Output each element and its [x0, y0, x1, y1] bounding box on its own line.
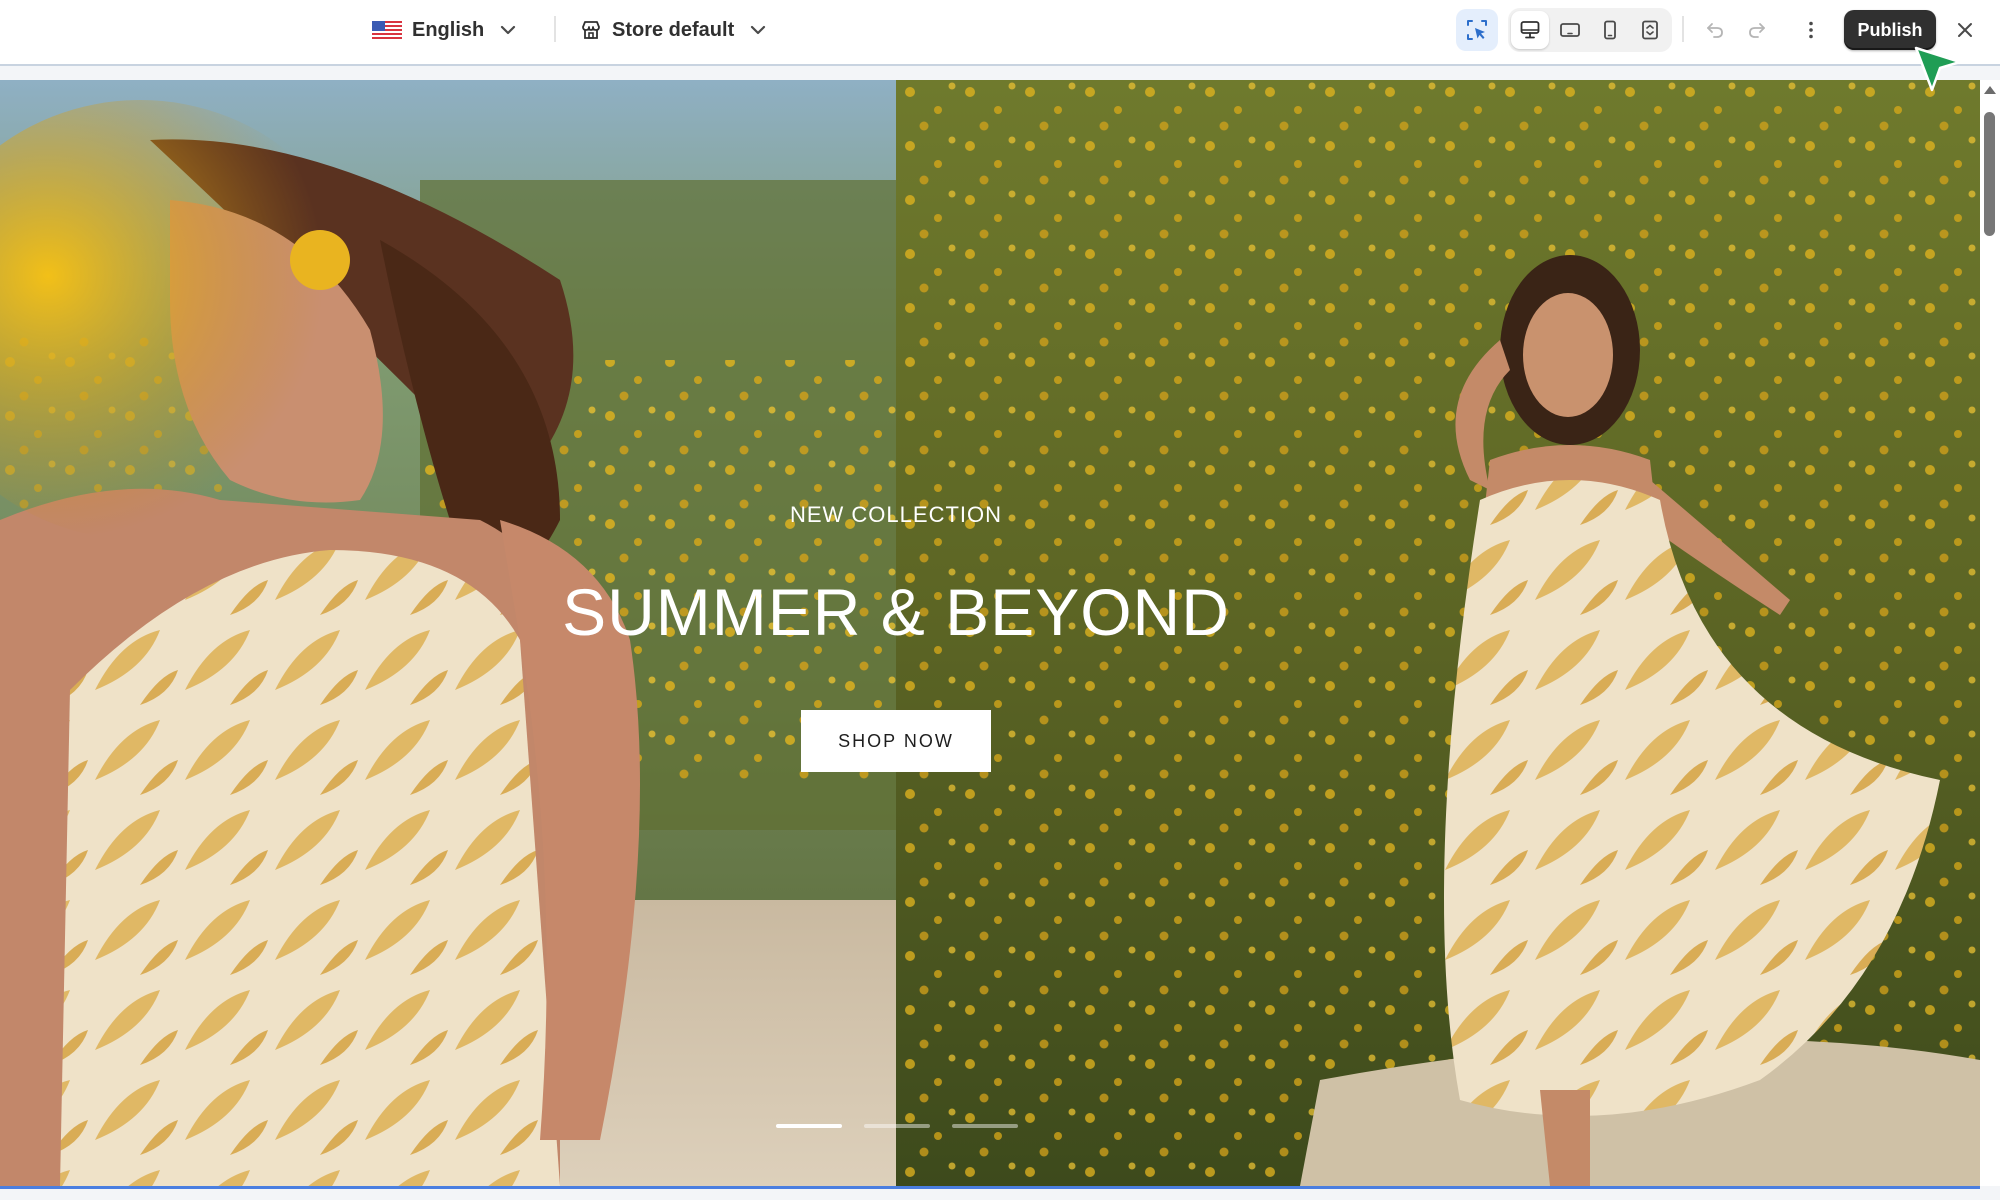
- us-flag-icon: [372, 21, 402, 39]
- language-label: English: [412, 18, 485, 41]
- store-icon: [580, 19, 602, 41]
- store-label: Store default: [612, 18, 735, 41]
- pointer-cursor-icon: [1914, 46, 1962, 92]
- more-actions-button[interactable]: [1790, 9, 1832, 51]
- scroll-up-arrow-icon[interactable]: [1984, 86, 1996, 94]
- inspector-toggle-button[interactable]: [1456, 9, 1498, 51]
- editor-toolbar: English Store default Publish: [0, 0, 2000, 66]
- chevron-down-icon: [750, 25, 766, 35]
- redo-icon: [1749, 23, 1765, 38]
- more-vertical-icon: [1809, 21, 1813, 39]
- toolbar-divider: [1682, 16, 1684, 42]
- slide-indicator-2[interactable]: [864, 1124, 930, 1128]
- undo-icon: [1707, 23, 1723, 38]
- fullscreen-preview-button[interactable]: [1631, 11, 1669, 49]
- close-icon: [1958, 23, 1972, 37]
- redo-button[interactable]: [1736, 9, 1778, 51]
- slide-indicator-3[interactable]: [952, 1124, 1018, 1128]
- mobile-preview-button[interactable]: [1591, 11, 1629, 49]
- desktop-icon: [1520, 21, 1540, 39]
- mobile-icon: [1604, 20, 1616, 40]
- slide-indicator-1[interactable]: [776, 1124, 842, 1128]
- scrollbar-thumb[interactable]: [1984, 112, 1995, 236]
- store-context-selector[interactable]: Store default: [580, 8, 766, 52]
- device-preview-switcher: [1508, 8, 1672, 52]
- language-selector[interactable]: English: [372, 8, 516, 52]
- shop-now-button[interactable]: SHOP NOW: [801, 710, 991, 772]
- desktop-preview-button[interactable]: [1511, 11, 1549, 49]
- select-cursor-icon: [1467, 20, 1487, 40]
- toolbar-divider: [554, 16, 556, 42]
- tablet-landscape-icon: [1560, 23, 1580, 37]
- chevron-down-icon: [500, 25, 516, 35]
- preview-scrollbar[interactable]: [1980, 80, 2000, 1186]
- undo-button[interactable]: [1694, 9, 1736, 51]
- selection-outline: [0, 1186, 1980, 1189]
- slideshow-pagination: [776, 1124, 1040, 1128]
- hero-headline: SUMMER & BEYOND: [562, 575, 1230, 649]
- theme-preview-frame: NEW COLLECTION SUMMER & BEYOND SHOP NOW: [0, 66, 2000, 1200]
- hero-eyebrow: NEW COLLECTION: [789, 502, 1003, 527]
- fullscreen-icon: [1642, 20, 1658, 40]
- hero-slideshow: NEW COLLECTION SUMMER & BEYOND SHOP NOW: [0, 80, 1980, 1186]
- tablet-preview-button[interactable]: [1551, 11, 1589, 49]
